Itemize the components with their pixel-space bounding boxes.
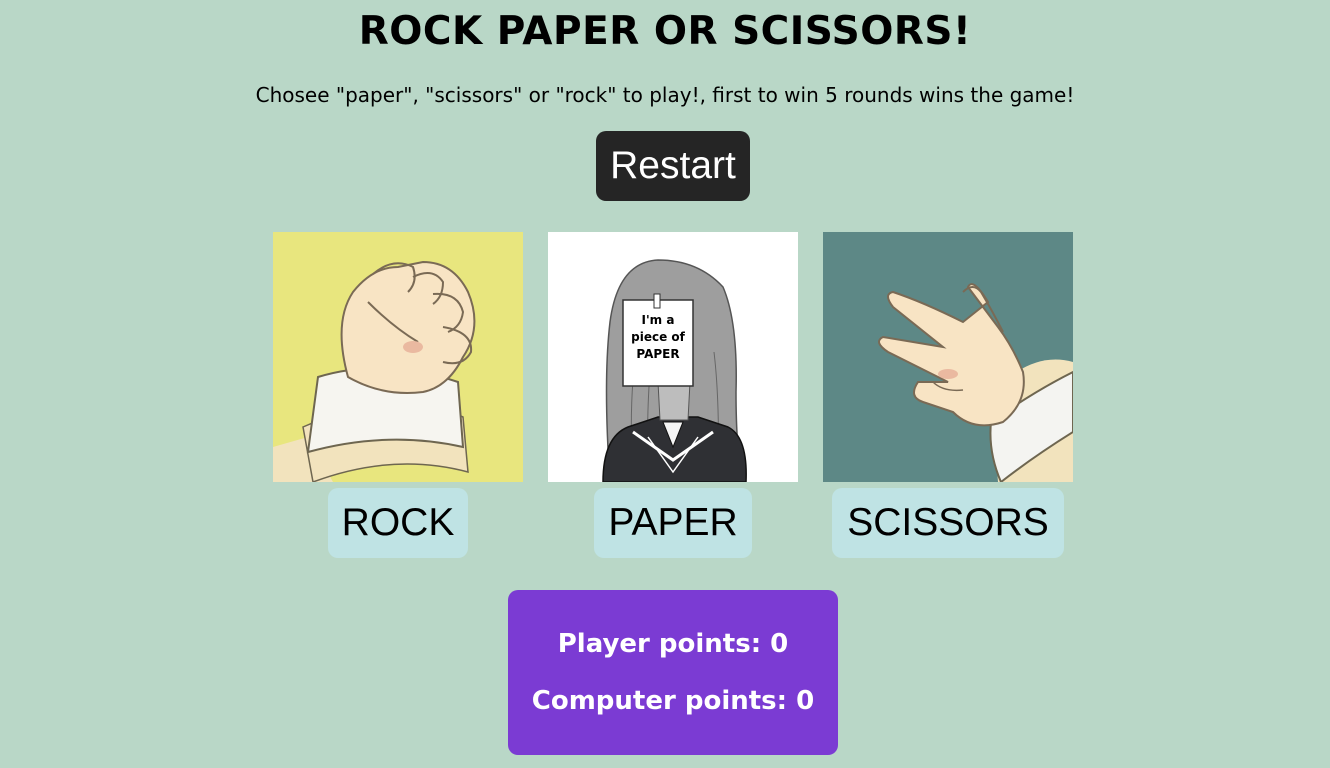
page-title: ROCK PAPER OR SCISSORS! xyxy=(358,9,972,54)
paper-note-line-3: PAPER xyxy=(636,347,679,361)
player-score: Player points: 0 xyxy=(508,628,838,660)
player-points-label: Player points: xyxy=(557,629,762,659)
scissors-button[interactable]: SCISSORS xyxy=(832,488,1064,558)
rock-button[interactable]: ROCK xyxy=(328,488,468,558)
instructions-text: Chosee "paper", "scissors" or "rock" to … xyxy=(255,83,1075,107)
paper-note-line-2: piece of xyxy=(631,330,686,344)
paper-image[interactable]: I'm a piece of PAPER xyxy=(548,232,798,482)
game-page: ROCK PAPER OR SCISSORS! Chosee "paper", … xyxy=(0,0,1330,768)
score-panel: Player points: 0 Computer points: 0 xyxy=(508,590,838,755)
rock-image[interactable] xyxy=(273,232,523,482)
computer-points-label: Computer points: xyxy=(531,686,788,716)
computer-score: Computer points: 0 xyxy=(508,685,838,717)
paper-note-line-1: I'm a xyxy=(642,313,675,327)
scissors-hand-icon xyxy=(823,232,1073,482)
scissors-image[interactable] xyxy=(823,232,1073,482)
restart-button[interactable]: Restart xyxy=(596,131,750,201)
paper-girl-image: I'm a piece of PAPER xyxy=(548,232,798,482)
paper-button[interactable]: PAPER xyxy=(594,488,752,558)
player-points-value: 0 xyxy=(770,629,789,659)
fist-icon xyxy=(273,232,523,482)
computer-points-value: 0 xyxy=(796,686,815,716)
